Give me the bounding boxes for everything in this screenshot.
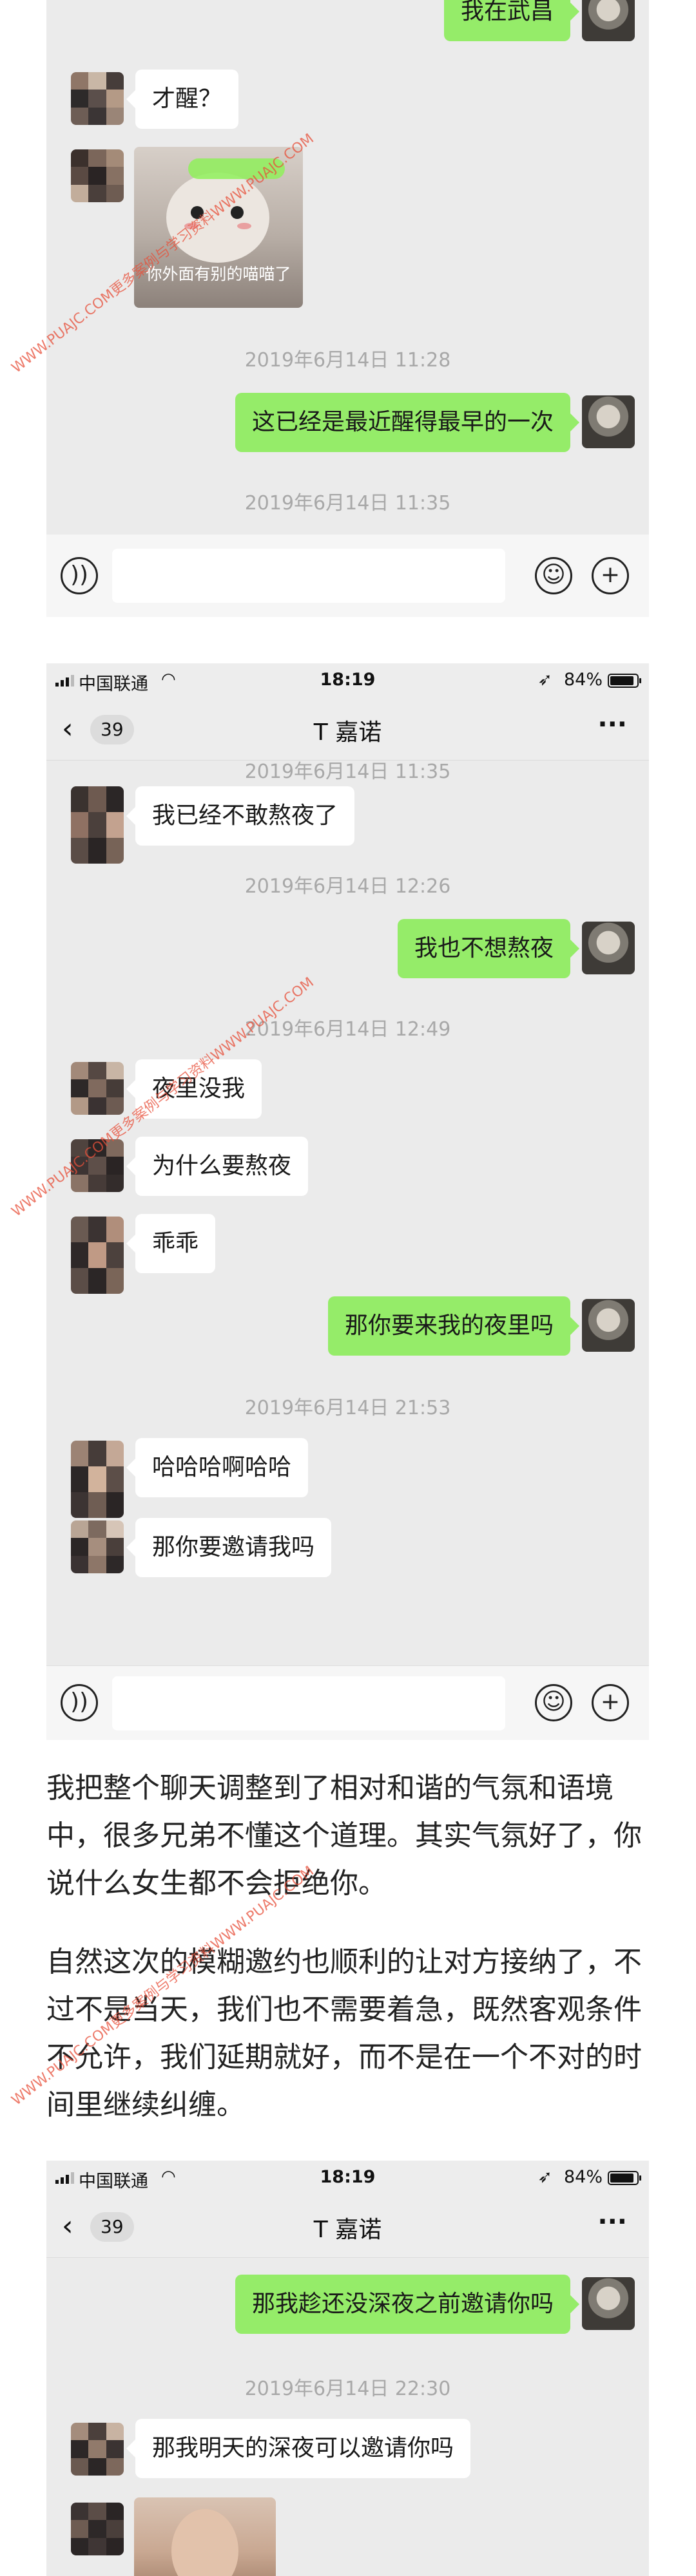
avatar-contact[interactable] xyxy=(71,149,124,202)
emoji-icon[interactable]: ☺ xyxy=(535,557,572,594)
avatar-self[interactable] xyxy=(582,0,635,41)
avatar-self[interactable] xyxy=(582,1299,635,1352)
avatar-contact[interactable] xyxy=(71,1441,124,1518)
timestamp: 2019年6月14日 21:53 xyxy=(244,1397,451,1419)
timestamp: 2019年6月14日 12:26 xyxy=(244,875,451,898)
message-bubble-outgoing: 我也不想熬夜 xyxy=(397,919,580,978)
input-bar: )) ☺ + xyxy=(46,1665,649,1740)
article-paragraph: 自然这次的模糊邀约也顺利的让对方接纳了，不过不是当天，我们也不需要着急，既然客观… xyxy=(46,1946,642,2121)
message-bubble-outgoing: 那你要来我的夜里吗 xyxy=(327,1296,580,1356)
avatar-contact[interactable] xyxy=(71,1062,124,1115)
emoji-icon[interactable]: ☺ xyxy=(535,1684,572,1721)
timestamp: 2019年6月14日 11:35 xyxy=(244,492,451,515)
timestamp: 2019年6月14日 22:30 xyxy=(244,2378,451,2400)
voice-icon[interactable]: )) xyxy=(61,557,98,594)
message-bubble-incoming: 我已经不敢熬夜了 xyxy=(126,786,355,846)
chat-title: T 嘉诺 xyxy=(313,2217,382,2243)
clock-label: 18:19 xyxy=(320,2167,376,2187)
avatar-contact[interactable] xyxy=(71,1217,124,1294)
message-bubble-incoming: 那你要邀请我吗 xyxy=(126,1518,332,1577)
voice-icon[interactable]: )) xyxy=(61,1684,98,1721)
message-list: 那我趁还没深夜之前邀请你吗 2019年6月14日 22:30 那我明天的深夜可以… xyxy=(46,2258,649,2576)
message-bubble-incoming: 哈哈哈啊哈哈 xyxy=(126,1438,309,1497)
more-icon[interactable]: ··· xyxy=(597,2207,627,2237)
nav-bar: ‹ 39 T 嘉诺 ··· xyxy=(46,698,649,761)
photo-message-image[interactable] xyxy=(134,2497,276,2576)
article-paragraph: 我把整个聊天调整到了相对和谐的气氛和语境中，很多兄弟不懂这个道理。其实气氛好了，… xyxy=(46,1772,642,1900)
chat-screenshot-2: 中国联通 ◠ 18:19 ➶ 84% ‹ 39 T 嘉诺 ··· 2019年6月… xyxy=(46,663,649,1740)
message-list: 2019年6月14日 11:35 我已经不敢熬夜了 2019年6月14日 12:… xyxy=(46,761,649,1740)
message-bubble-outgoing: 我在武昌 xyxy=(443,0,580,41)
avatar-self[interactable] xyxy=(582,2277,635,2330)
timestamp: 2019年6月14日 11:35 xyxy=(244,761,451,783)
location-arrow-icon: ➶ xyxy=(537,2167,552,2187)
timestamp: 2019年6月14日 12:49 xyxy=(244,1018,451,1041)
message-input[interactable] xyxy=(112,1676,505,1730)
avatar-contact[interactable] xyxy=(71,786,124,864)
chat-title: T 嘉诺 xyxy=(313,719,382,746)
avatar-contact[interactable] xyxy=(71,72,124,125)
cat-blush-shape xyxy=(237,223,251,229)
battery-percent: 84% xyxy=(563,670,603,690)
message-bubble-incoming: 乖乖 xyxy=(126,1214,216,1273)
clock-label: 18:19 xyxy=(320,670,376,690)
avatar-contact[interactable] xyxy=(71,2503,124,2555)
nav-bar: ‹ 39 T 嘉诺 ··· xyxy=(46,2195,649,2258)
avatar-self[interactable] xyxy=(582,395,635,448)
location-arrow-icon: ➶ xyxy=(537,670,552,690)
message-bubble-outgoing: 这已经是最近醒得最早的一次 xyxy=(235,393,580,452)
battery-percent: 84% xyxy=(563,2167,603,2187)
message-bubble-incoming: 为什么要熬夜 xyxy=(126,1137,309,1196)
plus-icon[interactable]: + xyxy=(592,1684,629,1721)
avatar-contact[interactable] xyxy=(71,2423,124,2476)
timestamp: 2019年6月14日 11:28 xyxy=(244,349,451,372)
plus-icon[interactable]: + xyxy=(592,557,629,594)
input-bar: )) ☺ + xyxy=(46,535,649,617)
more-icon[interactable]: ··· xyxy=(597,710,627,739)
status-bar: 中国联通 ◠ 18:19 ➶ 84% xyxy=(46,663,649,698)
chat-screenshot-3: 中国联通 ◠ 18:19 ➶ 84% ‹ 39 T 嘉诺 ··· 那我趁还没深夜… xyxy=(46,2161,649,2576)
message-bubble-outgoing: 那我趁还没深夜之前邀请你吗 xyxy=(235,2275,580,2334)
message-input[interactable] xyxy=(112,549,505,603)
avatar-contact[interactable] xyxy=(71,1520,124,1573)
message-bubble-incoming: 那我明天的深夜可以邀请你吗 xyxy=(126,2419,471,2478)
avatar-self[interactable] xyxy=(582,922,635,974)
battery-icon xyxy=(608,2171,641,2185)
input-bar-1-wrap: )) ☺ + xyxy=(46,535,649,617)
battery-icon xyxy=(608,674,641,688)
photo-face-shape xyxy=(171,2509,238,2576)
message-bubble-incoming: 才醒？ xyxy=(126,70,239,129)
status-bar: 中国联通 ◠ 18:19 ➶ 84% xyxy=(46,2161,649,2195)
